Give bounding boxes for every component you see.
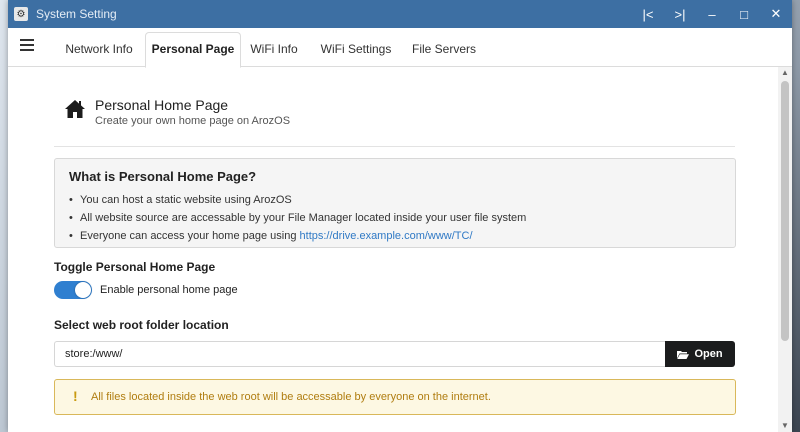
scroll-up-arrow-icon[interactable]: ▲: [778, 67, 792, 79]
open-button[interactable]: Open: [665, 341, 735, 367]
web-root-label: Select web root folder location: [54, 318, 229, 332]
divider: [54, 146, 735, 147]
settings-content: Personal Home Page Create your own home …: [8, 67, 778, 432]
prev-button[interactable]: |<: [632, 0, 664, 28]
close-button[interactable]: ✕: [760, 0, 792, 28]
info-title: What is Personal Home Page?: [69, 169, 257, 184]
minimize-button[interactable]: –: [696, 0, 728, 28]
warning-text: All files located inside the web root wi…: [91, 391, 491, 403]
list-item: • All website source are accessable by yo…: [69, 212, 527, 224]
scroll-thumb[interactable]: [781, 81, 789, 341]
open-button-label: Open: [694, 348, 723, 360]
info-box: What is Personal Home Page? • You can hos…: [54, 158, 736, 248]
toggle-label[interactable]: Enable personal home page: [100, 284, 238, 296]
scroll-down-arrow-icon[interactable]: ▼: [778, 420, 792, 432]
window-title: System Setting: [36, 7, 117, 21]
gear-icon: ⚙: [14, 7, 28, 21]
system-setting-window: ⚙ System Setting |< >| – □ ✕ Network Inf…: [8, 0, 792, 432]
tab-personal-page[interactable]: Personal Page: [145, 32, 241, 68]
warning-message: ! All files located inside the web root …: [54, 379, 736, 415]
next-button[interactable]: >|: [664, 0, 696, 28]
maximize-button[interactable]: □: [728, 0, 760, 28]
toggle-knob: [75, 282, 91, 298]
list-item: • Everyone can access your home page usin…: [69, 230, 473, 242]
homepage-link[interactable]: https://drive.example.com/www/TC/: [300, 230, 473, 242]
info-list: • You can host a static website using Aro…: [69, 191, 526, 245]
folder-open-icon: [677, 350, 690, 359]
home-icon: [65, 100, 85, 118]
tab-wifi-settings[interactable]: WiFi Settings: [314, 33, 398, 66]
scrollbar[interactable]: ▲ ▼: [778, 67, 792, 432]
toggle-section-label: Toggle Personal Home Page: [54, 260, 216, 274]
tab-file-servers[interactable]: File Servers: [404, 33, 484, 66]
list-item: • You can host a static website using Aro…: [69, 194, 292, 206]
enable-homepage-toggle[interactable]: [54, 281, 92, 299]
page-subtitle: Create your own home page on ArozOS: [95, 115, 291, 127]
tab-network-info[interactable]: Network Info: [54, 33, 144, 66]
tab-bar: Network Info Personal Page WiFi Info WiF…: [8, 28, 792, 68]
warning-icon: !: [73, 388, 78, 404]
web-root-input[interactable]: [54, 341, 665, 367]
tab-wifi-info[interactable]: WiFi Info: [244, 33, 304, 66]
menu-icon[interactable]: [20, 39, 34, 51]
window-controls: |< >| – □ ✕: [632, 0, 792, 28]
page-title: Personal Home Page: [95, 97, 229, 113]
title-bar[interactable]: ⚙ System Setting |< >| – □ ✕: [8, 0, 792, 28]
